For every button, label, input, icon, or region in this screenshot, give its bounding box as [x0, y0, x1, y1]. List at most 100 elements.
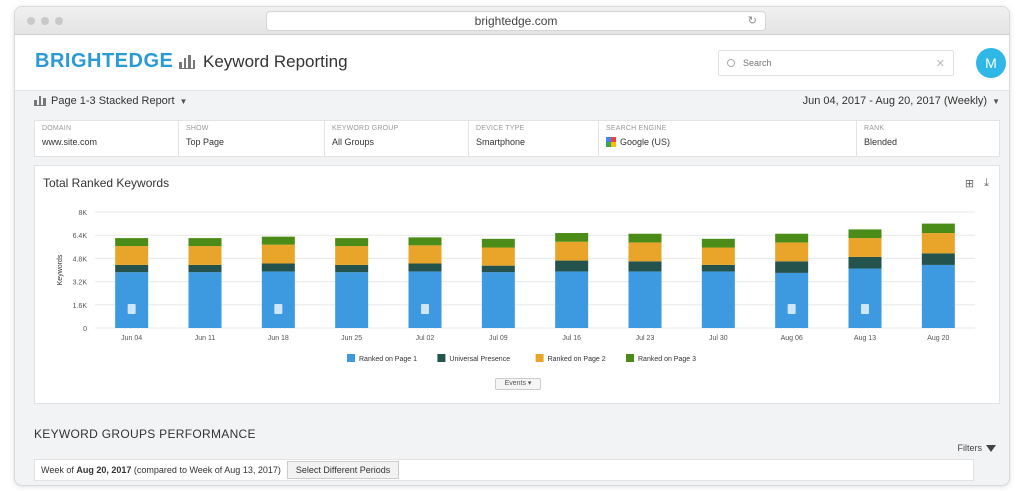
date-range-picker[interactable]: Jun 04, 2017 - Aug 20, 2017 (Weekly) ▼ — [803, 95, 1000, 107]
events-label: Events — [504, 380, 526, 387]
brand-logo[interactable]: BRIGHTEDGE — [35, 50, 173, 73]
legend-label: Universal Presence — [449, 356, 510, 363]
chart-card: Total Ranked Keywords ⊞ ⤓ 0 1.6K 3.2K 4.8K 6… — [34, 165, 1000, 404]
x-tick-label: Jun 04 — [121, 335, 142, 342]
bar-segment — [408, 245, 442, 264]
bar-segment — [115, 246, 149, 265]
legend-label: Ranked on Page 1 — [359, 356, 417, 363]
legend-swatch — [626, 354, 634, 362]
maximize-dot-icon[interactable] — [55, 17, 63, 25]
user-avatar[interactable]: M — [976, 48, 1006, 78]
reload-icon[interactable]: ↻ — [748, 12, 757, 31]
x-tick-label: Jun 25 — [341, 335, 362, 342]
y-axis-label: Keywords — [57, 254, 64, 285]
bar-segment — [775, 233, 809, 243]
bar-segment — [701, 271, 735, 328]
x-tick-label: Jun 11 — [195, 335, 216, 342]
bar-segment — [188, 246, 222, 265]
events-button[interactable]: Events ▾ — [495, 378, 541, 390]
bar-segment — [115, 264, 149, 273]
close-dot-icon[interactable] — [27, 17, 35, 25]
week-date: Aug 20, 2017 — [76, 465, 132, 475]
week-prefix: Week of — [41, 465, 74, 475]
bar-segment — [628, 242, 662, 262]
bar-segment — [188, 272, 222, 328]
filter-rank[interactable]: RANK Blended — [857, 121, 999, 156]
page-title: Keyword Reporting — [203, 52, 348, 71]
week-row: Week of Aug 20, 2017 (compared to Week o… — [34, 459, 974, 481]
filter-search-engine[interactable]: SEARCH ENGINE Google (US) — [599, 121, 857, 156]
filter-keyword-group[interactable]: KEYWORD GROUP All Groups — [325, 121, 469, 156]
legend-swatch — [437, 354, 446, 362]
filter-domain[interactable]: DOMAIN www.site.com — [35, 121, 179, 156]
bar-segment — [261, 263, 295, 272]
bar-segment — [848, 229, 882, 239]
clear-search-icon[interactable]: ✕ — [936, 57, 945, 70]
bar-segment — [335, 246, 369, 265]
y-tick-label: 4.8K — [73, 256, 88, 263]
bar-segment — [701, 238, 735, 248]
x-tick-label: Jun 18 — [268, 335, 289, 342]
bar-segment — [481, 265, 515, 273]
minimize-dot-icon[interactable] — [41, 17, 49, 25]
week-suffix: (compared to Week of Aug 13, 2017) — [133, 465, 281, 475]
bar-segment — [848, 256, 882, 269]
filter-show[interactable]: SHOW Top Page — [179, 121, 325, 156]
report-bar-chart-icon — [34, 96, 47, 106]
filters-button[interactable]: Filters — [957, 443, 996, 453]
bar-segment — [775, 272, 809, 328]
filter-label: SHOW — [186, 125, 209, 132]
y-tick-label: 3.2K — [73, 280, 88, 287]
funnel-icon — [986, 444, 996, 452]
bar-segment — [335, 264, 369, 273]
bar-segment — [775, 242, 809, 262]
chevron-down-icon: ▼ — [179, 96, 188, 106]
filter-value: Smartphone — [476, 137, 526, 147]
bar-segment — [261, 271, 295, 328]
search-input[interactable] — [743, 58, 928, 68]
legend-label: Ranked on Page 2 — [548, 356, 606, 363]
bar-segment — [261, 236, 295, 245]
bar-segment — [921, 233, 955, 254]
bar-segment — [188, 264, 222, 273]
annotation-note-icon — [787, 304, 796, 314]
stacked-bar-chart: 0 1.6K 3.2K 4.8K 6.4K 8K Keywords Jun 04 Jun 11 J… — [57, 210, 975, 363]
x-tick-label: Jul 30 — [709, 335, 728, 342]
address-bar[interactable]: brightedge.com ↻ — [266, 11, 766, 31]
bar-segment — [921, 253, 955, 265]
filters-label: Filters — [957, 443, 983, 453]
select-periods-button[interactable]: Select Different Periods — [286, 461, 400, 479]
browser-chrome: brightedge.com ↻ — [15, 7, 1009, 35]
window-controls — [27, 17, 63, 25]
bar-chart-icon — [179, 55, 195, 69]
filter-device-type[interactable]: DEVICE TYPE Smartphone — [469, 121, 599, 156]
filter-value-row: Google (US) — [606, 137, 849, 147]
y-tick-label: 1.6K — [73, 303, 88, 310]
section-title: KEYWORD GROUPS PERFORMANCE — [34, 427, 256, 441]
search-box: ✕ — [718, 50, 954, 76]
bar-segment — [701, 247, 735, 265]
y-tick-label: 6.4K — [73, 233, 88, 240]
report-row: Page 1-3 Stacked Report ▼ Jun 04, 2017 -… — [34, 91, 1000, 113]
x-tick-label: Jul 23 — [636, 335, 655, 342]
filter-value: All Groups — [332, 137, 375, 147]
bar-segment — [921, 264, 955, 328]
filter-label: DOMAIN — [42, 125, 72, 132]
bar-segment — [555, 241, 589, 261]
bar-segment — [261, 244, 295, 264]
x-tick-label: Jul 02 — [416, 335, 435, 342]
search-icon — [727, 59, 735, 67]
bar-segment — [481, 247, 515, 266]
y-tick-label: 0 — [83, 326, 87, 333]
filter-value: Blended — [864, 137, 898, 147]
bar-segment — [408, 237, 442, 246]
week-text: Week of Aug 20, 2017 (compared to Week o… — [41, 465, 281, 475]
url-text: brightedge.com — [474, 14, 558, 28]
filter-label: RANK — [864, 125, 885, 132]
bar-segment — [628, 233, 662, 243]
filter-label: SEARCH ENGINE — [606, 125, 667, 132]
annotation-note-icon — [861, 304, 869, 314]
annotation-note-icon — [274, 304, 283, 314]
report-selector[interactable]: Page 1-3 Stacked Report ▼ — [34, 95, 187, 107]
bar-segment — [481, 272, 515, 328]
